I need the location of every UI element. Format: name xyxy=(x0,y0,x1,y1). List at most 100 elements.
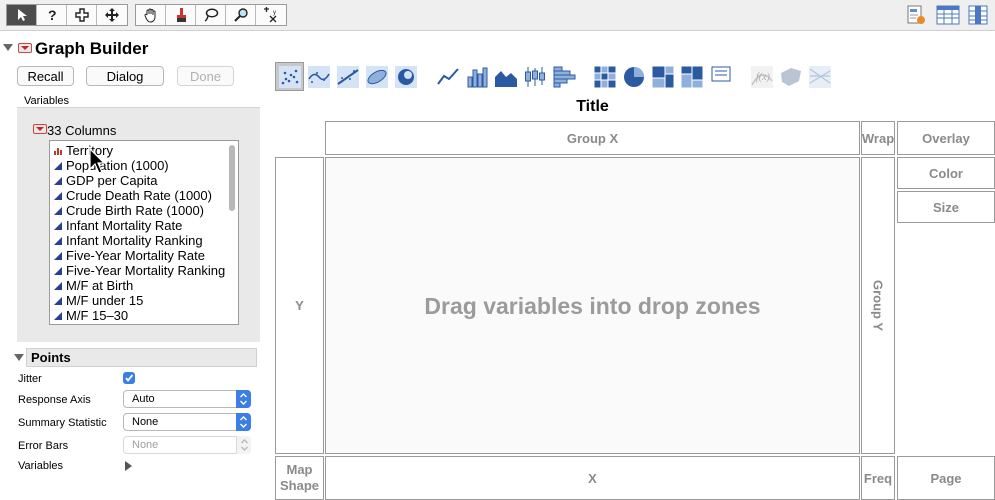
column-list-item[interactable]: Population (1000) xyxy=(50,158,238,173)
y-drop-zone[interactable]: Y xyxy=(275,157,324,454)
jitter-label: Jitter xyxy=(18,373,42,385)
variables-option-label: Variables xyxy=(18,460,64,472)
histogram-element-icon[interactable] xyxy=(549,62,578,91)
column-list-item[interactable]: Crude Birth Rate (1000) xyxy=(50,203,238,218)
magnifier-tool-icon[interactable] xyxy=(226,5,256,25)
scrollbar-thumb[interactable] xyxy=(229,145,235,211)
contour-element-icon[interactable] xyxy=(391,62,420,91)
column-list[interactable]: TerritoryPopulation (1000)GDP per Capita… xyxy=(49,140,239,325)
report-icon[interactable] xyxy=(903,2,929,28)
group-y-label: Group Y xyxy=(870,279,886,332)
formula-element-icon[interactable]: f(x) xyxy=(747,62,776,91)
variables-expand-icon[interactable] xyxy=(125,461,132,471)
continuous-column-icon xyxy=(54,222,62,230)
column-name: Crude Death Rate (1000) xyxy=(66,188,212,203)
data-table-icon[interactable] xyxy=(935,2,961,28)
continuous-column-icon xyxy=(54,312,62,320)
freq-drop-zone[interactable]: Freq xyxy=(861,456,895,500)
column-list-item[interactable]: Territory xyxy=(50,143,238,158)
brush-tool-icon[interactable] xyxy=(166,5,196,25)
map-shape-label-line1: Map xyxy=(286,462,313,477)
column-list-item[interactable]: Five-Year Mortality Rate xyxy=(50,248,238,263)
column-list-item[interactable]: M/F 15–30 xyxy=(50,308,238,323)
move-tool-icon[interactable] xyxy=(97,5,127,25)
grabber-tool-icon[interactable] xyxy=(136,5,166,25)
crosshair-tool-icon[interactable]: y xyxy=(256,5,286,25)
element-palette-4: f(x) xyxy=(747,62,834,92)
column-list-scrollbar[interactable] xyxy=(228,143,237,323)
caption-box-element-icon[interactable] xyxy=(706,62,735,91)
columns-count-title: 33 Columns xyxy=(47,123,117,138)
line-element-icon[interactable] xyxy=(433,62,462,91)
map-shape-drop-zone[interactable]: Map Shape xyxy=(275,456,324,500)
columns-icon[interactable] xyxy=(965,2,991,28)
column-list-item[interactable]: GDP per Capita xyxy=(50,173,238,188)
mouse-cursor-icon xyxy=(89,148,105,174)
variables-label: Variables xyxy=(24,95,70,107)
column-list-item[interactable]: Crude Death Rate (1000) xyxy=(50,188,238,203)
dialog-button[interactable]: Dialog xyxy=(86,66,164,86)
map-shape-label-line2: Shape xyxy=(279,478,319,493)
bar-element-icon[interactable] xyxy=(462,62,491,91)
column-list-item[interactable]: Infant Mortality Rate xyxy=(50,218,238,233)
column-list-item[interactable]: M/F at Birth xyxy=(50,278,238,293)
treemap-element-icon[interactable] xyxy=(648,62,677,91)
heatmap-element-icon[interactable] xyxy=(590,62,619,91)
continuous-column-icon xyxy=(54,237,62,245)
help-tool-icon[interactable]: ? xyxy=(37,5,67,25)
column-list-item[interactable]: Five-Year Mortality Ranking xyxy=(50,263,238,278)
pie-element-icon[interactable] xyxy=(619,62,648,91)
group-y-drop-zone[interactable]: Group Y xyxy=(861,157,895,454)
column-list-item[interactable]: Infant Mortality Ranking xyxy=(50,233,238,248)
line-of-fit-element-icon[interactable] xyxy=(333,62,362,91)
graph-title[interactable]: Title xyxy=(325,98,860,116)
column-list-item[interactable]: M/F under 15 xyxy=(50,293,238,308)
continuous-column-icon xyxy=(54,297,62,305)
error-bars-select[interactable]: None xyxy=(123,436,251,454)
size-drop-zone[interactable]: Size xyxy=(897,191,995,223)
column-name: Population (1000) xyxy=(66,158,169,173)
x-drop-zone[interactable]: X xyxy=(325,456,860,500)
area-element-icon[interactable] xyxy=(491,62,520,91)
recall-button[interactable]: Recall xyxy=(17,66,74,86)
mosaic-element-icon[interactable] xyxy=(677,62,706,91)
arrow-tool-icon[interactable] xyxy=(7,5,37,25)
points-section-header[interactable]: Points xyxy=(26,348,257,367)
jitter-checkbox[interactable] xyxy=(123,372,135,384)
parallel-plot-element-icon[interactable] xyxy=(805,62,834,91)
points-disclosure-icon[interactable] xyxy=(14,354,24,361)
checkmark-icon xyxy=(125,374,134,382)
red-triangle-menu-icon[interactable] xyxy=(18,43,32,53)
column-name: M/F under 15 xyxy=(66,293,144,308)
columns-red-triangle-icon[interactable] xyxy=(33,124,47,134)
summary-statistic-value: None xyxy=(132,416,159,428)
main-disclosure-icon[interactable] xyxy=(3,44,13,51)
summary-statistic-select[interactable]: None xyxy=(123,413,251,431)
box-plot-element-icon[interactable] xyxy=(520,62,549,91)
element-palette-3 xyxy=(590,62,735,92)
smoother-element-icon[interactable] xyxy=(304,62,333,91)
response-axis-label: Response Axis xyxy=(18,394,91,406)
continuous-column-icon xyxy=(54,207,62,215)
column-name: M/F at Birth xyxy=(66,278,134,293)
response-axis-select[interactable]: Auto xyxy=(123,390,251,408)
map-shapes-element-icon[interactable] xyxy=(776,62,805,91)
continuous-column-icon xyxy=(54,177,62,185)
done-button[interactable]: Done xyxy=(177,66,234,86)
lasso-tool-icon[interactable] xyxy=(196,5,226,25)
svg-text:?: ? xyxy=(48,7,57,23)
color-drop-zone[interactable]: Color xyxy=(897,157,995,189)
error-bars-value: None xyxy=(132,439,159,451)
ellipse-element-icon[interactable] xyxy=(362,62,391,91)
overlay-drop-zone[interactable]: Overlay xyxy=(897,121,995,155)
column-name: Five-Year Mortality Rate xyxy=(66,248,205,263)
group-x-drop-zone[interactable]: Group X xyxy=(325,121,860,155)
toolbar: ? y xyxy=(0,0,995,31)
page-title: Graph Builder xyxy=(35,39,149,58)
column-name: Crude Birth Rate (1000) xyxy=(66,203,205,218)
points-element-icon[interactable] xyxy=(275,62,304,91)
page-drop-zone[interactable]: Page xyxy=(897,456,995,500)
selection-tool-icon[interactable] xyxy=(67,5,97,25)
tool-group: ? xyxy=(6,4,128,26)
wrap-drop-zone[interactable]: Wrap xyxy=(861,121,895,155)
